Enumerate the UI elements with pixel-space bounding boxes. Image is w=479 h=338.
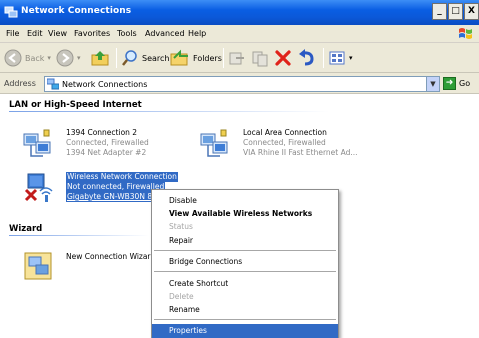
undo-icon	[299, 49, 314, 66]
connection-device: Gigabyte GN-WB30N 8	[66, 192, 154, 202]
menu-favorites[interactable]: Favorites	[74, 29, 110, 38]
menu-item-status: Status	[169, 222, 193, 231]
menu-advanced[interactable]: Advanced	[145, 29, 185, 38]
menu-item-view-wireless-networks[interactable]: View Available Wireless Networks	[152, 207, 338, 221]
menu-item-disable[interactable]: Disable	[152, 194, 338, 208]
connection-name: 1394 Connection 2	[66, 128, 138, 137]
minimize-button[interactable]: _	[432, 3, 447, 20]
folders-button[interactable]: Folders	[170, 47, 222, 69]
windows-logo-icon	[459, 28, 472, 39]
folders-icon	[170, 49, 188, 66]
wizard-name: New Connection Wizar	[66, 252, 151, 261]
views-icon	[329, 51, 345, 65]
address-dropdown-icon[interactable]: ▼	[426, 77, 439, 91]
network-connection-icon	[23, 129, 51, 157]
menu-separator	[154, 271, 336, 272]
network-connections-icon	[4, 6, 18, 18]
back-dropdown-icon[interactable]: ▾	[47, 54, 51, 62]
menu-tools[interactable]: Tools	[117, 29, 137, 38]
connection-device: VIA Rhine II Fast Ethernet Ad...	[243, 148, 358, 157]
menu-item-create-shortcut[interactable]: Create Shortcut	[152, 277, 338, 291]
folder-up-icon	[91, 51, 109, 66]
window-title: Network Connections	[21, 6, 132, 16]
wireless-disconnected-icon	[24, 173, 53, 202]
toolbar: Back ▾ ▾ Search Folders ▾	[0, 43, 479, 73]
menu-item-properties[interactable]: Properties	[152, 324, 338, 338]
new-connection-wizard-icon	[24, 252, 52, 280]
connection-device: 1394 Net Adapter #2	[66, 148, 147, 157]
move-to-icon	[229, 52, 244, 65]
network-connection-icon	[200, 129, 228, 157]
forward-dropdown-icon[interactable]: ▾	[77, 54, 81, 62]
go-button[interactable]: ➜ Go	[443, 77, 470, 90]
views-button[interactable]: ▾	[328, 47, 353, 69]
connection-name: Wireless Network Connection	[66, 172, 178, 182]
views-dropdown-icon[interactable]: ▾	[349, 54, 353, 62]
connection-name: Local Area Connection	[243, 128, 327, 137]
address-input[interactable]: Network Connections ▼	[44, 76, 440, 92]
connection-status: Connected, Firewalled	[66, 138, 149, 147]
back-label: Back	[25, 53, 45, 63]
up-button[interactable]	[90, 47, 110, 69]
back-arrow-icon	[4, 49, 22, 67]
menu-item-bridge-connections[interactable]: Bridge Connections	[152, 255, 338, 269]
go-label: Go	[459, 79, 471, 88]
delete-button[interactable]	[274, 47, 292, 69]
menu-view[interactable]: View	[48, 29, 67, 38]
copy-to-button[interactable]	[251, 47, 269, 69]
search-button[interactable]: Search	[121, 47, 169, 69]
back-button[interactable]: Back ▾	[4, 47, 51, 69]
undo-button[interactable]	[297, 47, 317, 69]
menu-help[interactable]: Help	[188, 29, 206, 38]
group-divider	[9, 235, 149, 236]
context-menu: Disable View Available Wireless Networks…	[151, 189, 339, 338]
connection-status: Connected, Firewalled	[243, 138, 326, 147]
delete-x-icon	[275, 50, 291, 66]
menu-item-rename[interactable]: Rename	[152, 303, 338, 317]
menu-item-repair[interactable]: Repair	[152, 234, 338, 248]
search-icon	[122, 50, 137, 66]
close-button[interactable]: X	[464, 3, 479, 20]
search-label: Search	[142, 53, 170, 63]
menu-edit[interactable]: Edit	[27, 29, 43, 38]
copy-to-icon	[252, 51, 268, 67]
network-connections-window: Network Connections _ □ X File Edit View…	[0, 0, 479, 338]
go-arrow-icon: ➜	[443, 77, 456, 90]
menu-file[interactable]: File	[6, 29, 19, 38]
title-bar[interactable]: Network Connections _ □ X	[0, 0, 479, 25]
move-to-button[interactable]	[228, 47, 246, 69]
menu-separator	[154, 319, 336, 320]
group-header-lan: LAN or High-Speed Internet	[9, 100, 142, 110]
network-connections-icon	[47, 78, 59, 90]
menu-separator	[154, 250, 336, 251]
maximize-button[interactable]: □	[448, 3, 463, 20]
menu-bar: File Edit View Favorites Tools Advanced …	[0, 25, 479, 43]
forward-button[interactable]: ▾	[56, 47, 81, 69]
forward-arrow-icon	[56, 49, 74, 67]
menu-item-delete: Delete	[169, 292, 194, 301]
group-divider	[9, 111, 329, 112]
group-header-wizard: Wizard	[9, 224, 43, 234]
address-value: Network Connections	[62, 80, 148, 89]
address-label: Address	[4, 79, 36, 88]
folders-label: Folders	[193, 53, 222, 63]
address-bar: Address Network Connections ▼ ➜ Go	[0, 73, 479, 94]
